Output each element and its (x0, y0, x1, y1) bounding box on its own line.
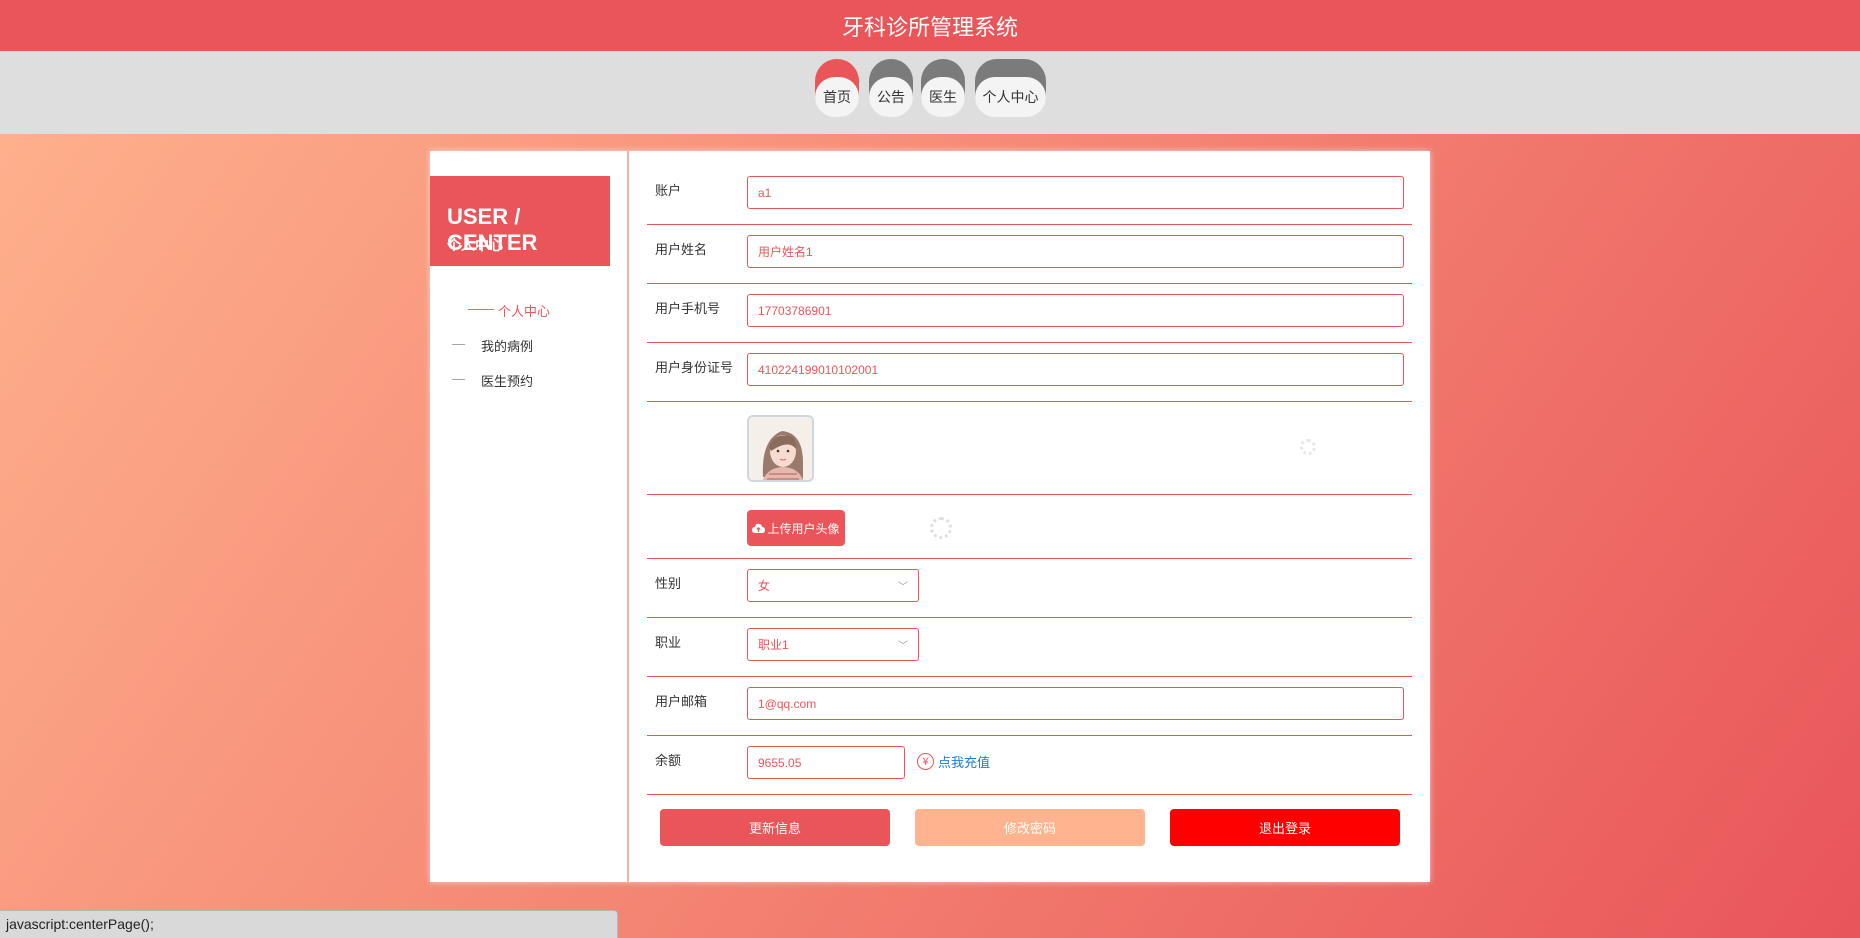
gender-label: 性别 (655, 576, 682, 591)
form-row-upload: 上传用户头像 (647, 495, 1412, 559)
sidebar-item-doctor-appointment[interactable]: — 医生预约 (430, 361, 629, 396)
logout-button[interactable]: 退出登录 (1170, 809, 1400, 846)
nav-item-home[interactable]: 首页 (815, 59, 859, 120)
cloud-upload-icon (752, 523, 766, 533)
recharge-link[interactable]: ¥ 点我充值 (917, 752, 990, 771)
username-label: 用户姓名 (655, 242, 708, 257)
app-title: 牙科诊所管理系统 (841, 14, 1018, 40)
nav-item-user-center[interactable]: 个人中心 (975, 59, 1046, 120)
gender-select[interactable]: 女 ﹀ (747, 569, 919, 602)
nav-item-doctor[interactable]: 医生 (921, 59, 965, 120)
top-nav: 首页 公告 医生 个人中心 (0, 51, 1860, 134)
form-row-avatar (647, 402, 1412, 495)
account-input[interactable]: a1 (747, 176, 1404, 209)
user-avatar (747, 415, 814, 482)
upload-avatar-button[interactable]: 上传用户头像 (747, 510, 845, 546)
balance-input[interactable]: 9655.05 (747, 746, 905, 779)
gender-value: 女 (758, 579, 771, 593)
yen-icon: ¥ (917, 753, 934, 770)
form-row-occupation: 职业 职业1 ﹀ (647, 618, 1412, 677)
chevron-down-icon: ﹀ (898, 641, 908, 652)
nav-item-label: 个人中心 (975, 77, 1046, 117)
sidebar: USER / CENTER 个人中心 —— 个人中心 — 我的病例 — 医生预约 (430, 151, 629, 882)
dash-marker: —— (468, 301, 494, 316)
sidebar-title-cn: 个人中心 (447, 237, 503, 253)
sidebar-item-label: 我的病例 (481, 339, 534, 354)
account-label: 账户 (655, 183, 682, 198)
nav-item-notice[interactable]: 公告 (869, 59, 913, 120)
sidebar-menu: —— 个人中心 — 我的病例 — 医生预约 (430, 291, 629, 396)
sidebar-item-label: 医生预约 (481, 374, 534, 389)
action-buttons: 更新信息 修改密码 退出登录 (647, 795, 1412, 855)
form-row-username: 用户姓名 用户姓名1 (647, 225, 1412, 284)
phone-input[interactable]: 17703786901 (747, 294, 1404, 327)
sidebar-item-my-cases[interactable]: — 我的病例 (430, 326, 629, 361)
phone-label: 用户手机号 (655, 301, 721, 316)
email-label: 用户邮箱 (655, 694, 708, 709)
sidebar-item-label: 个人中心 (498, 304, 551, 319)
user-center-panel: USER / CENTER 个人中心 —— 个人中心 — 我的病例 — 医生预约… (430, 151, 1430, 882)
balance-label: 余额 (655, 753, 682, 768)
update-info-button[interactable]: 更新信息 (660, 809, 890, 846)
email-input[interactable]: 1@qq.com (747, 687, 1404, 720)
dash-marker: — (452, 371, 465, 386)
occupation-select[interactable]: 职业1 ﹀ (747, 628, 919, 661)
nav-item-label: 首页 (815, 77, 859, 117)
recharge-label: 点我充值 (938, 755, 991, 770)
loading-spinner-icon (930, 517, 952, 539)
loading-spinner-icon (1300, 439, 1316, 455)
sidebar-item-user-center[interactable]: —— 个人中心 (430, 291, 629, 326)
form-row-account: 账户 a1 (647, 166, 1412, 225)
change-password-button[interactable]: 修改密码 (915, 809, 1145, 846)
occupation-value: 职业1 (758, 638, 789, 652)
sidebar-header: USER / CENTER 个人中心 (430, 176, 610, 266)
form-row-idcard: 用户身份证号 410224199010102001 (647, 343, 1412, 402)
app-header: 牙科诊所管理系统 (0, 0, 1860, 51)
upload-avatar-label: 上传用户头像 (767, 521, 840, 536)
form-row-email: 用户邮箱 1@qq.com (647, 677, 1412, 736)
nav-item-label: 公告 (869, 77, 913, 117)
nav-item-label: 医生 (921, 77, 965, 117)
occupation-label: 职业 (655, 635, 682, 650)
profile-form: 账户 a1 用户姓名 用户姓名1 用户手机号 17703786901 用户身份证… (647, 166, 1412, 855)
avatar-portrait-icon (749, 417, 812, 480)
chevron-down-icon: ﹀ (898, 582, 908, 593)
form-row-phone: 用户手机号 17703786901 (647, 284, 1412, 343)
form-row-gender: 性别 女 ﹀ (647, 559, 1412, 618)
idcard-input[interactable]: 410224199010102001 (747, 353, 1404, 386)
username-input[interactable]: 用户姓名1 (747, 235, 1404, 268)
browser-status-bar: javascript:centerPage(); (0, 910, 618, 938)
form-row-balance: 余额 9655.05 ¥ 点我充值 (647, 736, 1412, 795)
idcard-label: 用户身份证号 (655, 360, 734, 375)
dash-marker: — (452, 336, 465, 351)
